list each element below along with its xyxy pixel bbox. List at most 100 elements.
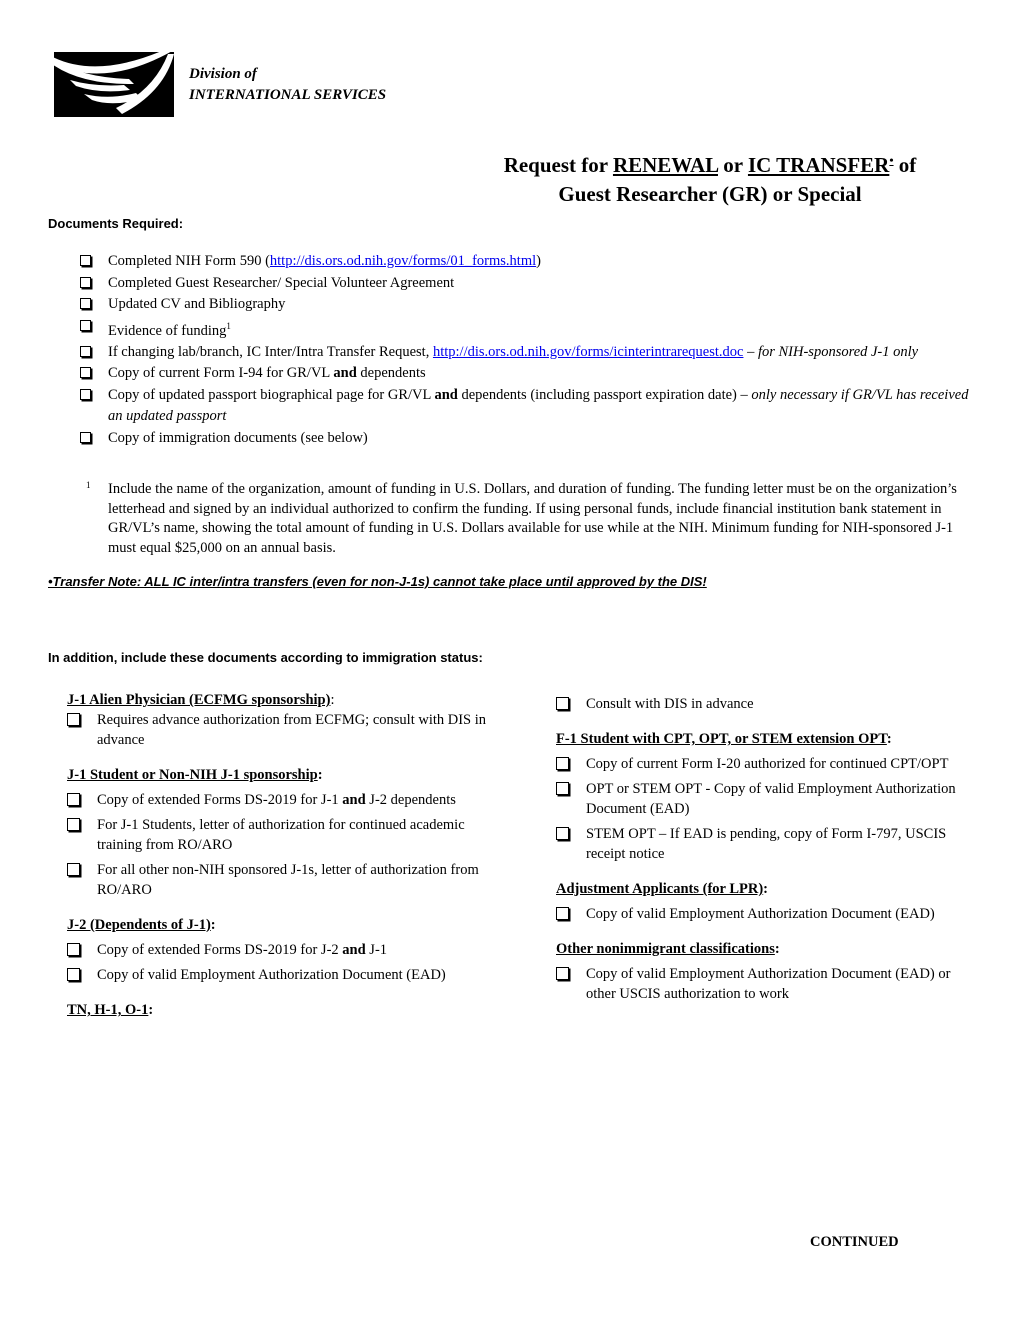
heading-text: Other nonimmigrant classifications bbox=[556, 941, 775, 957]
section-heading-tn-h1-o1: TN, H-1, O-1: bbox=[67, 1000, 512, 1020]
item-text: dependents (including passport expiratio… bbox=[457, 386, 752, 403]
checkbox[interactable] bbox=[67, 818, 80, 831]
item-text: Copy of immigration documents (see below… bbox=[108, 429, 368, 446]
list-item: Copy of current Form I-20 authorized for… bbox=[556, 754, 976, 774]
item-text: J-2 dependents bbox=[365, 792, 456, 808]
list-item: For J-1 Students, letter of authorizatio… bbox=[67, 815, 512, 855]
list-item: Completed Guest Researcher/ Special Volu… bbox=[78, 273, 976, 295]
list-item: STEM OPT – If EAD is pending, copy of Fo… bbox=[556, 824, 976, 864]
item-text: Copy of valid Employment Authorization D… bbox=[586, 966, 951, 1002]
section-heading-j1-student: J-1 Student or Non-NIH J-1 sponsorship: bbox=[67, 765, 512, 785]
item-bold: and bbox=[342, 792, 366, 808]
section-heading-j2: J-2 (Dependents of J-1): bbox=[67, 915, 512, 935]
heading-text: J-1 Student or Non-NIH J-1 sponsorship bbox=[67, 767, 318, 783]
title-line-2: Guest Researcher (GR) or Special bbox=[558, 182, 862, 206]
item-text: Requires advance authorization from ECFM… bbox=[97, 712, 487, 748]
item-text: Evidence of funding bbox=[108, 322, 227, 339]
item-text: Copy of current Form I-94 for GR/VL bbox=[108, 365, 334, 382]
footnote-text: Include the name of the organization, am… bbox=[108, 481, 957, 556]
footnote-mark: 1 bbox=[86, 480, 91, 490]
section-heading-j1-physician: J-1 Alien Physician (ECFMG sponsorship): bbox=[67, 690, 512, 710]
continued-label: CONTINUED bbox=[810, 1234, 899, 1250]
checkbox[interactable] bbox=[67, 968, 80, 981]
transfer-note: •Transfer Note: ALL IC inter/intra trans… bbox=[48, 574, 707, 589]
item-text: Copy of extended Forms DS-2019 for J-1 bbox=[97, 792, 343, 808]
item-text: Copy of current Form I-20 authorized for… bbox=[586, 756, 949, 772]
section-heading-f1: F-1 Student with CPT, OPT, or STEM exten… bbox=[556, 729, 976, 749]
checkbox[interactable] bbox=[80, 298, 91, 309]
item-text: dependents bbox=[356, 365, 426, 382]
list-item: Completed NIH Form 590 (http://dis.ors.o… bbox=[78, 251, 976, 273]
checkbox[interactable] bbox=[80, 255, 91, 266]
org-line-2: INTERNATIONAL SERVICES bbox=[189, 87, 387, 103]
item-bold: and bbox=[333, 365, 357, 382]
title-text: of bbox=[893, 153, 917, 177]
list-item: Copy of current Form I-94 for GR/VL and … bbox=[78, 363, 976, 385]
list-item: For all other non-NIH sponsored J-1s, le… bbox=[67, 860, 512, 900]
item-text: Copy of valid Employment Authorization D… bbox=[586, 906, 935, 922]
right-column: Consult with DIS in advance F-1 Student … bbox=[556, 694, 976, 1004]
checkbox[interactable] bbox=[556, 782, 569, 795]
checkbox[interactable] bbox=[67, 863, 80, 876]
checkbox[interactable] bbox=[556, 827, 569, 840]
dis-logo-icon bbox=[54, 52, 174, 117]
item-text: STEM OPT – If EAD is pending, copy of Fo… bbox=[586, 826, 947, 862]
colon: : bbox=[317, 767, 323, 783]
checkbox[interactable] bbox=[80, 388, 91, 400]
title-text: Request for bbox=[503, 153, 613, 177]
item-text: If changing lab/branch, IC Inter/Intra T… bbox=[108, 343, 433, 360]
item-text: Copy of extended Forms DS-2019 for J-2 bbox=[97, 942, 343, 958]
list-item: Copy of updated passport biographical pa… bbox=[78, 385, 976, 428]
item-text: Copy of valid Employment Authorization D… bbox=[97, 967, 446, 983]
colon: : bbox=[774, 941, 780, 957]
checkbox[interactable] bbox=[80, 276, 91, 288]
list-item: Copy of valid Employment Authorization D… bbox=[67, 965, 512, 985]
colon: : bbox=[763, 881, 769, 897]
transfer-request-link[interactable]: http://dis.ors.od.nih.gov/forms/icinteri… bbox=[433, 344, 744, 360]
title-renewal: RENEWAL bbox=[612, 153, 718, 177]
heading-text: J-1 Alien Physician (ECFMG sponsorship) bbox=[67, 692, 331, 708]
list-item: Copy of immigration documents (see below… bbox=[78, 428, 976, 450]
footnote-ref: 1 bbox=[226, 320, 231, 331]
documents-required-heading: Documents Required: bbox=[48, 216, 184, 231]
list-item: If changing lab/branch, IC Inter/Intra T… bbox=[78, 342, 976, 364]
checkbox[interactable] bbox=[67, 943, 80, 956]
item-bold: and bbox=[342, 942, 366, 958]
heading-text: TN, H-1, O-1 bbox=[67, 1002, 149, 1018]
checkbox[interactable] bbox=[67, 793, 80, 806]
checkbox[interactable] bbox=[556, 697, 569, 710]
in-addition-heading: In addition, include these documents acc… bbox=[48, 650, 483, 665]
checkbox[interactable] bbox=[556, 907, 569, 920]
page-title: Request for RENEWAL or IC TRANSFER• of G… bbox=[430, 146, 990, 209]
item-bold: and bbox=[434, 386, 458, 403]
colon: : bbox=[148, 1002, 154, 1018]
item-text: For J-1 Students, letter of authorizatio… bbox=[97, 817, 465, 853]
org-name: Division of INTERNATIONAL SERVICES bbox=[189, 64, 386, 106]
footnote: 1 Include the name of the organization, … bbox=[86, 480, 976, 558]
checkbox[interactable] bbox=[80, 319, 91, 331]
checkbox[interactable] bbox=[80, 367, 91, 379]
list-item: Copy of extended Forms DS-2019 for J-1 a… bbox=[67, 790, 512, 810]
checkbox[interactable] bbox=[80, 431, 91, 443]
heading-text: Adjustment Applicants (for LPR) bbox=[556, 881, 764, 897]
form-590-link[interactable]: http://dis.ors.od.nih.gov/forms/01_forms… bbox=[270, 253, 536, 269]
checkbox[interactable] bbox=[67, 713, 80, 726]
list-item: OPT or STEM OPT - Copy of valid Employme… bbox=[556, 779, 976, 819]
title-text: or bbox=[717, 153, 748, 177]
item-note: for NIH-sponsored J-1 only bbox=[757, 343, 919, 360]
checkbox[interactable] bbox=[556, 967, 569, 980]
org-line-1: Division of bbox=[189, 66, 257, 82]
colon: : bbox=[886, 731, 892, 747]
checkbox[interactable] bbox=[556, 757, 569, 770]
item-text: Completed Guest Researcher/ Special Volu… bbox=[108, 274, 455, 291]
item-text: OPT or STEM OPT - Copy of valid Employme… bbox=[586, 781, 956, 817]
colon: : bbox=[210, 917, 216, 933]
item-text: For all other non-NIH sponsored J-1s, le… bbox=[97, 862, 479, 898]
item-text: – bbox=[743, 343, 758, 360]
item-text: J-1 bbox=[365, 942, 388, 958]
item-text: ) bbox=[536, 253, 541, 269]
checkbox[interactable] bbox=[80, 345, 91, 357]
item-text: Updated CV and Bibliography bbox=[108, 296, 286, 312]
colon: : bbox=[330, 692, 335, 708]
section-heading-adjustment: Adjustment Applicants (for LPR): bbox=[556, 879, 976, 899]
